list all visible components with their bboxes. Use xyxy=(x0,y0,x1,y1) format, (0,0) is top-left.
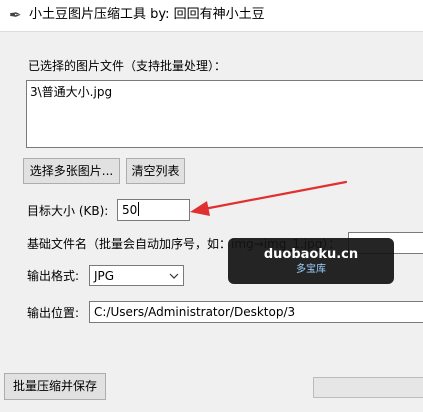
window-title: 小土豆图片压缩工具 by: 回回有神小土豆 xyxy=(29,7,265,22)
target-size-value: 50 xyxy=(122,203,138,217)
watermark-text: duobaoku.cn xyxy=(263,247,359,262)
format-selected-value: JPG xyxy=(94,269,115,283)
title-bar: ✒ 小土豆图片压缩工具 by: 回回有神小土豆 xyxy=(0,0,423,32)
watermark-subtext: 多宝库 xyxy=(296,264,326,275)
annotation-arrow-line xyxy=(202,180,348,211)
file-list-label: 已选择的图片文件（支持批量处理）： xyxy=(28,59,227,73)
output-location-label: 输出位置: xyxy=(27,306,80,320)
target-size-input[interactable]: 50 xyxy=(117,199,190,221)
feather-icon: ✒ xyxy=(9,6,22,24)
progress-bar xyxy=(313,377,423,398)
watermark-badge: duobaoku.cn 多宝库 xyxy=(228,238,394,284)
select-images-button[interactable]: 选择多张图片... xyxy=(23,158,120,184)
format-label: 输出格式: xyxy=(27,269,80,283)
chevron-down-icon xyxy=(169,273,179,279)
file-listbox[interactable]: 3\普通大小.jpg xyxy=(26,80,423,148)
clear-list-button[interactable]: 清空列表 xyxy=(126,158,185,184)
output-path-input[interactable]: C:/Users/Administrator/Desktop/3 xyxy=(89,301,423,323)
text-caret xyxy=(138,202,140,216)
target-size-label: 目标大小 (KB): xyxy=(27,204,109,218)
app-window: ✒ 小土豆图片压缩工具 by: 回回有神小土豆 已选择的图片文件（支持批量处理）… xyxy=(0,0,423,412)
compress-save-button[interactable]: 批量压缩并保存 xyxy=(4,373,106,400)
list-item[interactable]: 3\普通大小.jpg xyxy=(30,85,112,99)
annotation-arrow-head xyxy=(190,201,210,216)
format-select[interactable]: JPG xyxy=(89,265,184,286)
